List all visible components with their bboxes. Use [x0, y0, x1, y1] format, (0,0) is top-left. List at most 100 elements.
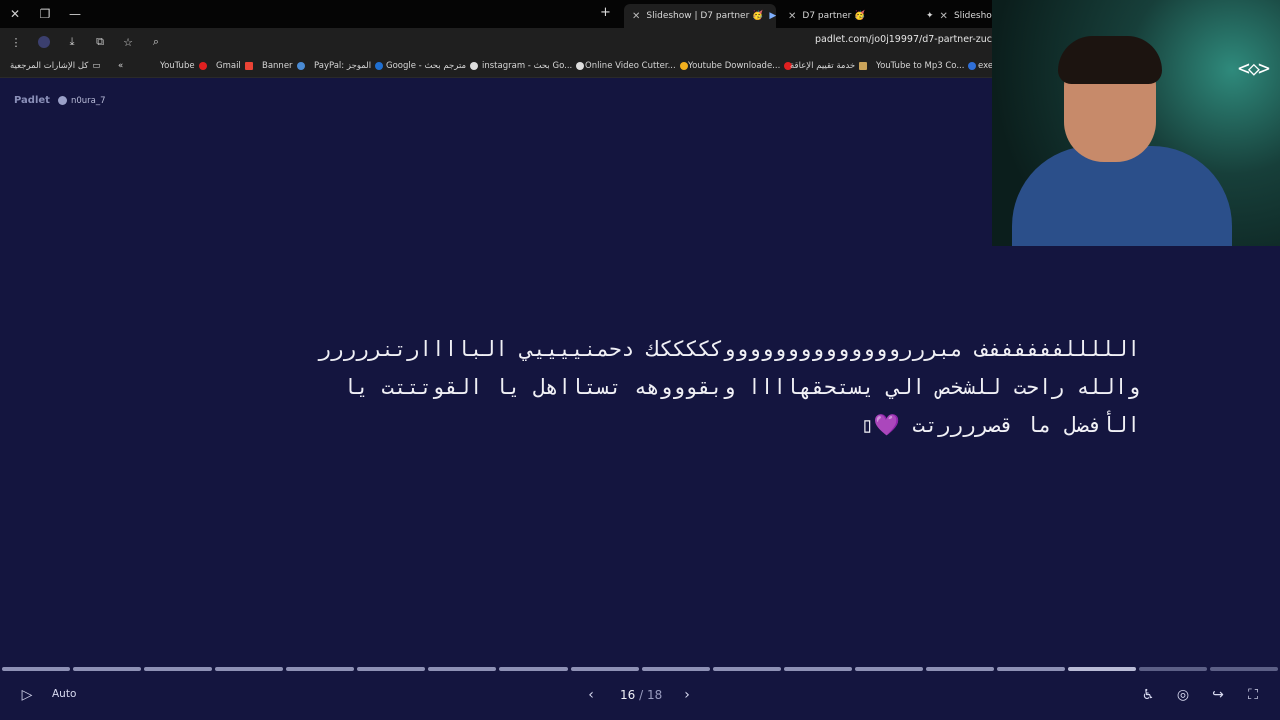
- bookmark-youtube-downloader[interactable]: Youtube Downloade...: [688, 61, 793, 71]
- bookmark-paypal[interactable]: PayPal: الموجز: [314, 61, 384, 71]
- progress-segment[interactable]: [215, 667, 284, 671]
- bookmark-all[interactable]: كل الإشارات المرجعية ▭: [10, 61, 100, 71]
- bookmark-label: Online Video Cutter...: [585, 61, 676, 71]
- progress-segment[interactable]: [1139, 667, 1208, 671]
- bookmark-gmail[interactable]: Gmail: [216, 61, 253, 71]
- profile-icon[interactable]: [32, 30, 56, 54]
- bookmark-youtube[interactable]: YouTube: [160, 61, 207, 71]
- purple-heart-emoji: 💜: [873, 413, 900, 437]
- tab-title: Slideshow: [953, 11, 992, 21]
- close-tab-icon[interactable]: ✕: [632, 11, 640, 22]
- progress-segment[interactable]: [73, 667, 142, 671]
- google-icon: [470, 62, 479, 70]
- progress-segment[interactable]: [996, 667, 1065, 671]
- slideshow-controls: ▷ Auto ‹ 16 / 18 › ♿ ◎ ↪ ⛶: [0, 678, 1280, 714]
- progress-segment[interactable]: [286, 667, 355, 671]
- progress-segment[interactable]: [357, 667, 426, 671]
- download-icon[interactable]: ⤓: [60, 30, 84, 54]
- progress-segment[interactable]: [925, 667, 994, 671]
- bookmark-label: YouTube: [160, 61, 195, 71]
- close-tab-icon[interactable]: ✕: [940, 11, 948, 22]
- video-cutter-icon: [679, 62, 688, 70]
- progress-segment[interactable]: [144, 667, 213, 671]
- browser-tab-strip: ✕ ❐ — + ✕ Slideshow | D7 partner 🥳 ▶ ✕ D…: [0, 0, 992, 28]
- webcam-person-hair: [1058, 36, 1162, 84]
- webcam-overlay: <◇>: [992, 0, 1280, 246]
- tab-slideshow[interactable]: ✦ ✕ Slideshow: [918, 4, 992, 28]
- tab-title: D7 partner 🥳: [802, 11, 866, 21]
- next-slide-icon[interactable]: ›: [678, 686, 696, 704]
- bookmark-label: Banner: [262, 61, 293, 71]
- padlet-header: Padlet n0ura_7: [14, 95, 106, 106]
- tab-title: Slideshow | D7 partner 🥳: [646, 11, 764, 21]
- tab-slideshow-active[interactable]: ✕ Slideshow | D7 partner 🥳 ▶: [624, 4, 776, 28]
- accessibility-icon[interactable]: ♿: [1139, 686, 1157, 704]
- total-slides: 18: [646, 688, 663, 702]
- bookmarks-overflow-icon[interactable]: «: [118, 61, 123, 71]
- bookmark-star-icon[interactable]: ☆: [116, 30, 140, 54]
- bookmark-label: YouTube to Mp3 Co...: [876, 61, 965, 71]
- fullscreen-icon[interactable]: ⛶: [1244, 686, 1262, 704]
- progress-segment[interactable]: [854, 667, 923, 671]
- menu-icon[interactable]: ⋮: [4, 30, 28, 54]
- extensions-icon[interactable]: ⧉: [88, 30, 112, 54]
- auto-play-label[interactable]: Auto: [52, 688, 76, 700]
- bookmarks-bar: كل الإشارات المرجعية ▭ « YouTube Gmail Ba…: [0, 56, 993, 78]
- progress-segment[interactable]: [1067, 667, 1136, 671]
- service-icon: [859, 62, 868, 70]
- zoom-icon[interactable]: ⌕: [144, 30, 168, 54]
- current-slide: 16: [620, 688, 636, 702]
- restore-window-icon[interactable]: ❐: [30, 0, 60, 28]
- progress-segment[interactable]: [570, 667, 639, 671]
- bookmark-banner[interactable]: Banner: [262, 61, 305, 71]
- post-line-2: والله راحت للشخص الي يستحقهاااا وبقوووهه…: [343, 375, 1140, 399]
- paypal-icon: [375, 62, 384, 70]
- padlet-logo[interactable]: Padlet: [14, 95, 50, 106]
- bookmark-label: PayPal: الموجز: [314, 61, 372, 71]
- progress-segment[interactable]: [2, 667, 71, 671]
- post-line-3-text: الأفضل ما قصررررتت: [912, 413, 1140, 437]
- progress-segment[interactable]: [712, 667, 781, 671]
- share-icon[interactable]: ↪: [1209, 686, 1227, 704]
- progress-segment[interactable]: [783, 667, 852, 671]
- close-window-icon[interactable]: ✕: [0, 0, 30, 28]
- author-name: n0ura_7: [70, 95, 106, 106]
- progress-segment[interactable]: [499, 667, 568, 671]
- bookmark-label: Gmail: [216, 61, 241, 71]
- bookmark-google-translate[interactable]: Google - مترجم بحث: [386, 61, 479, 71]
- slide-post-text: الللللففففففف مبرررووووووووووووووكككككك …: [130, 330, 1140, 444]
- previous-slide-icon[interactable]: ‹: [582, 686, 600, 704]
- pin-icon: ✦: [926, 11, 934, 21]
- new-tab-button[interactable]: +: [600, 5, 611, 20]
- play-icon[interactable]: ▷: [18, 686, 36, 704]
- bookmark-label: Google - مترجم بحث: [386, 61, 467, 71]
- language-globe-icon[interactable]: ◎: [1174, 686, 1192, 704]
- post-line-3: الأفضل ما قصررررتت 💜▯: [860, 413, 1140, 437]
- slide-counter: 16 / 18: [620, 688, 663, 702]
- gmail-icon: [244, 62, 253, 70]
- mp3-icon: [968, 62, 977, 70]
- tab-d7-partner[interactable]: ✕ D7 partner 🥳: [780, 4, 918, 28]
- progress-segment[interactable]: [641, 667, 710, 671]
- progress-segment[interactable]: [1210, 667, 1279, 671]
- bookmark-youtube-mp3[interactable]: YouTube to Mp3 Co...: [876, 61, 977, 71]
- address-bar[interactable]: padlet.com/jo0j19997/d7-partner-zuc: [815, 34, 992, 45]
- bookmark-instagram[interactable]: instagram - بحث Go...: [482, 61, 585, 71]
- avatar: [57, 96, 67, 105]
- bookmark-label: كل الإشارات المرجعية: [10, 61, 89, 71]
- bookmark-label: Youtube Downloade...: [688, 61, 781, 71]
- bookmark-label: exe: [978, 61, 994, 71]
- google-icon: [576, 62, 585, 70]
- post-line-1: الللللففففففف مبرررووووووووووووووكككككك …: [318, 337, 1140, 361]
- minimize-window-icon[interactable]: —: [60, 0, 90, 28]
- streamer-logo-icon: <◇>: [1237, 56, 1270, 80]
- media-playing-icon: ▶: [769, 11, 776, 21]
- author[interactable]: n0ura_7: [57, 95, 106, 106]
- bookmark-video-cutter[interactable]: Online Video Cutter...: [585, 61, 688, 71]
- bookmark-exe[interactable]: exe: [978, 61, 993, 71]
- browser-toolbar: ⋮ ⤓ ⧉ ☆ ⌕ padlet.com/jo0j19997/d7-partne…: [0, 28, 992, 56]
- close-tab-icon[interactable]: ✕: [788, 11, 796, 22]
- bookmark-label: instagram - بحث Go...: [482, 61, 573, 71]
- progress-segment[interactable]: [428, 667, 497, 671]
- bookmark-disability-service[interactable]: خدمة تقييم الإعاقة: [790, 61, 868, 71]
